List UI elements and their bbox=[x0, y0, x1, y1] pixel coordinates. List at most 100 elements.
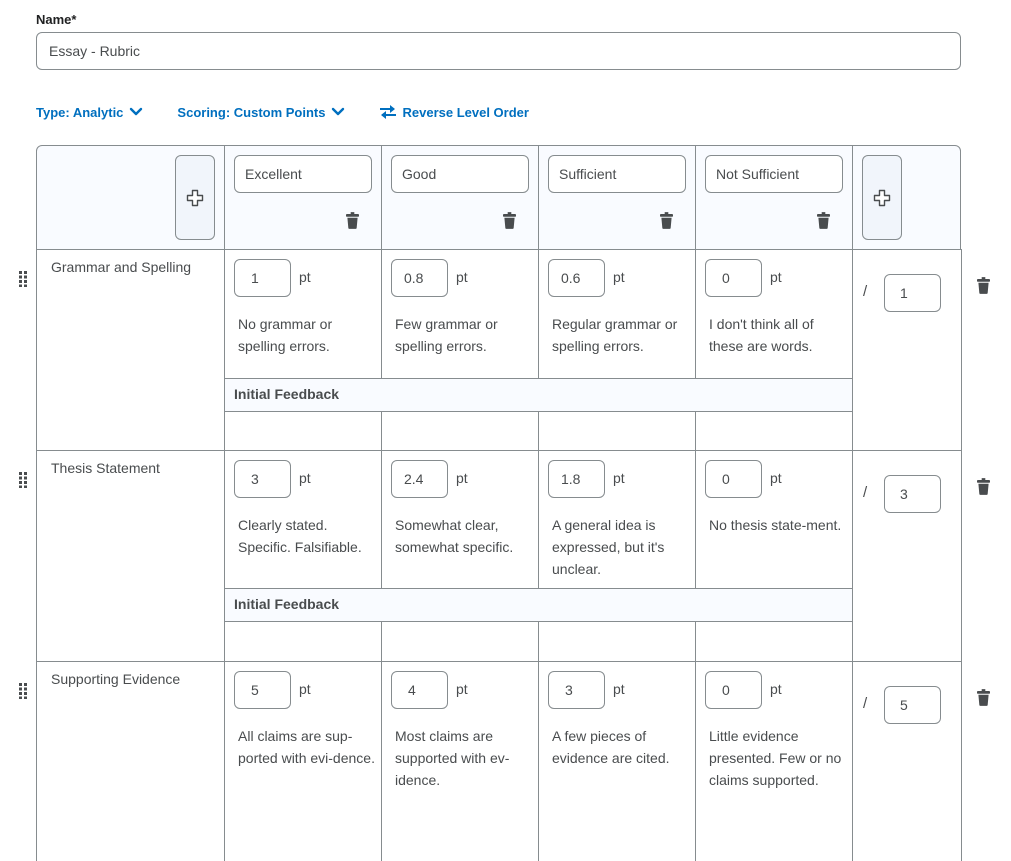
initial-feedback-label: Initial Feedback bbox=[234, 596, 340, 612]
feedback-input-cell[interactable] bbox=[382, 622, 538, 661]
add-level-end-button[interactable] bbox=[862, 155, 902, 240]
delete-criterion-icon[interactable] bbox=[977, 277, 990, 294]
points-unit-label: pt bbox=[613, 470, 625, 486]
initial-feedback-label: Initial Feedback bbox=[234, 386, 340, 402]
delete-level-icon[interactable] bbox=[346, 212, 359, 229]
row-divider bbox=[36, 249, 961, 250]
points-unit-label: pt bbox=[456, 681, 468, 697]
column-divider bbox=[695, 411, 696, 450]
points-input[interactable]: 5 bbox=[234, 671, 291, 709]
feedback-input-cell[interactable] bbox=[382, 412, 538, 450]
name-input[interactable]: Essay - Rubric bbox=[36, 32, 961, 70]
column-divider bbox=[538, 145, 539, 250]
drag-handle-icon[interactable] bbox=[19, 472, 27, 488]
points-input[interactable]: 1.8 bbox=[548, 460, 605, 498]
points-input[interactable]: 1 bbox=[234, 259, 291, 297]
points-unit-label: pt bbox=[299, 269, 311, 285]
add-level-start-button[interactable] bbox=[175, 155, 215, 240]
drag-handle-icon[interactable] bbox=[19, 271, 27, 287]
points-unit-label: pt bbox=[456, 269, 468, 285]
level-description[interactable]: Somewhat clear, somewhat specific. bbox=[395, 514, 535, 558]
level-description[interactable]: No thesis state-ment. bbox=[709, 514, 849, 536]
points-input[interactable]: 0 bbox=[705, 259, 762, 297]
points-input[interactable]: 0.8 bbox=[391, 259, 448, 297]
delete-level-icon[interactable] bbox=[817, 212, 830, 229]
points-input[interactable]: 4 bbox=[391, 671, 448, 709]
feedback-input-cell[interactable] bbox=[539, 412, 695, 450]
row-border-left bbox=[36, 661, 37, 861]
points-unit-label: pt bbox=[613, 681, 625, 697]
level-name-input[interactable]: Sufficient bbox=[548, 155, 686, 193]
criterion-total-input[interactable]: 1 bbox=[884, 274, 941, 312]
rubric-toolbar: Type: Analytic Scoring: Custom Points Re… bbox=[36, 100, 555, 124]
column-divider bbox=[695, 621, 696, 661]
criterion-total-input[interactable]: 5 bbox=[884, 686, 941, 724]
column-divider bbox=[852, 145, 853, 250]
criterion-name[interactable]: Thesis Statement bbox=[51, 460, 160, 476]
delete-criterion-icon[interactable] bbox=[977, 478, 990, 495]
total-separator: / bbox=[863, 695, 868, 712]
points-unit-label: pt bbox=[299, 681, 311, 697]
row-divider bbox=[36, 661, 961, 662]
row-border-left bbox=[36, 249, 37, 450]
feedback-divider bbox=[224, 378, 852, 379]
column-divider bbox=[381, 411, 382, 450]
delete-criterion-icon[interactable] bbox=[977, 689, 990, 706]
points-unit-label: pt bbox=[456, 470, 468, 486]
chevron-down-icon bbox=[332, 107, 345, 116]
feedback-input-cell[interactable] bbox=[225, 622, 381, 661]
total-separator: / bbox=[863, 484, 868, 501]
reverse-level-order-button[interactable]: Reverse Level Order bbox=[379, 104, 529, 120]
column-divider bbox=[695, 145, 696, 250]
feedback-input-cell[interactable] bbox=[696, 412, 852, 450]
level-description[interactable]: All claims are sup-ported with evi-dence… bbox=[238, 725, 378, 769]
level-description[interactable]: Regular grammar or spelling errors. bbox=[552, 313, 692, 357]
column-divider bbox=[381, 145, 382, 250]
feedback-input-cell[interactable] bbox=[696, 622, 852, 661]
feedback-input-cell[interactable] bbox=[539, 622, 695, 661]
level-description[interactable]: Clearly stated. Specific. Falsifiable. bbox=[238, 514, 378, 558]
column-divider bbox=[224, 661, 225, 861]
level-description[interactable]: Few grammar or spelling errors. bbox=[395, 313, 535, 357]
delete-level-icon[interactable] bbox=[660, 212, 673, 229]
row-border-right bbox=[961, 249, 962, 450]
criterion-name[interactable]: Supporting Evidence bbox=[51, 671, 180, 687]
plus-icon bbox=[873, 189, 891, 206]
total-separator: / bbox=[863, 283, 868, 300]
column-divider bbox=[852, 249, 853, 450]
points-input[interactable]: 0 bbox=[705, 460, 762, 498]
row-divider bbox=[36, 450, 961, 451]
points-unit-label: pt bbox=[299, 470, 311, 486]
points-input[interactable]: 0 bbox=[705, 671, 762, 709]
drag-handle-icon[interactable] bbox=[19, 683, 27, 699]
column-divider bbox=[695, 661, 696, 861]
column-divider bbox=[538, 661, 539, 861]
swap-arrows-icon bbox=[380, 105, 397, 119]
chevron-down-icon bbox=[130, 107, 143, 116]
level-name-input[interactable]: Excellent bbox=[234, 155, 372, 193]
points-input[interactable]: 0.6 bbox=[548, 259, 605, 297]
points-input[interactable]: 2.4 bbox=[391, 460, 448, 498]
type-dropdown[interactable]: Type: Analytic bbox=[36, 105, 143, 120]
row-border-right bbox=[961, 450, 962, 661]
level-description[interactable]: I don't think all of these are words. bbox=[709, 313, 849, 357]
level-description[interactable]: A few pieces of evidence are cited. bbox=[552, 725, 692, 769]
criterion-name[interactable]: Grammar and Spelling bbox=[51, 259, 191, 275]
level-description[interactable]: Most claims are supported with ev-idence… bbox=[395, 725, 535, 791]
scoring-dropdown[interactable]: Scoring: Custom Points bbox=[177, 105, 345, 120]
points-input[interactable]: 3 bbox=[234, 460, 291, 498]
criterion-total-input[interactable]: 3 bbox=[884, 475, 941, 513]
points-unit-label: pt bbox=[770, 470, 782, 486]
plus-icon bbox=[186, 189, 204, 206]
row-border-right bbox=[961, 661, 962, 861]
level-description[interactable]: Little evidence presented. Few or no cla… bbox=[709, 725, 849, 791]
delete-level-icon[interactable] bbox=[503, 212, 516, 229]
level-name-input[interactable]: Good bbox=[391, 155, 529, 193]
level-description[interactable]: A general idea is expressed, but it's un… bbox=[552, 514, 692, 580]
level-description[interactable]: No grammar or spelling errors. bbox=[238, 313, 378, 357]
points-unit-label: pt bbox=[770, 269, 782, 285]
level-name-input[interactable]: Not Sufficient bbox=[705, 155, 843, 193]
feedback-input-cell[interactable] bbox=[225, 412, 381, 450]
type-label: Type: Analytic bbox=[36, 104, 124, 120]
points-input[interactable]: 3 bbox=[548, 671, 605, 709]
